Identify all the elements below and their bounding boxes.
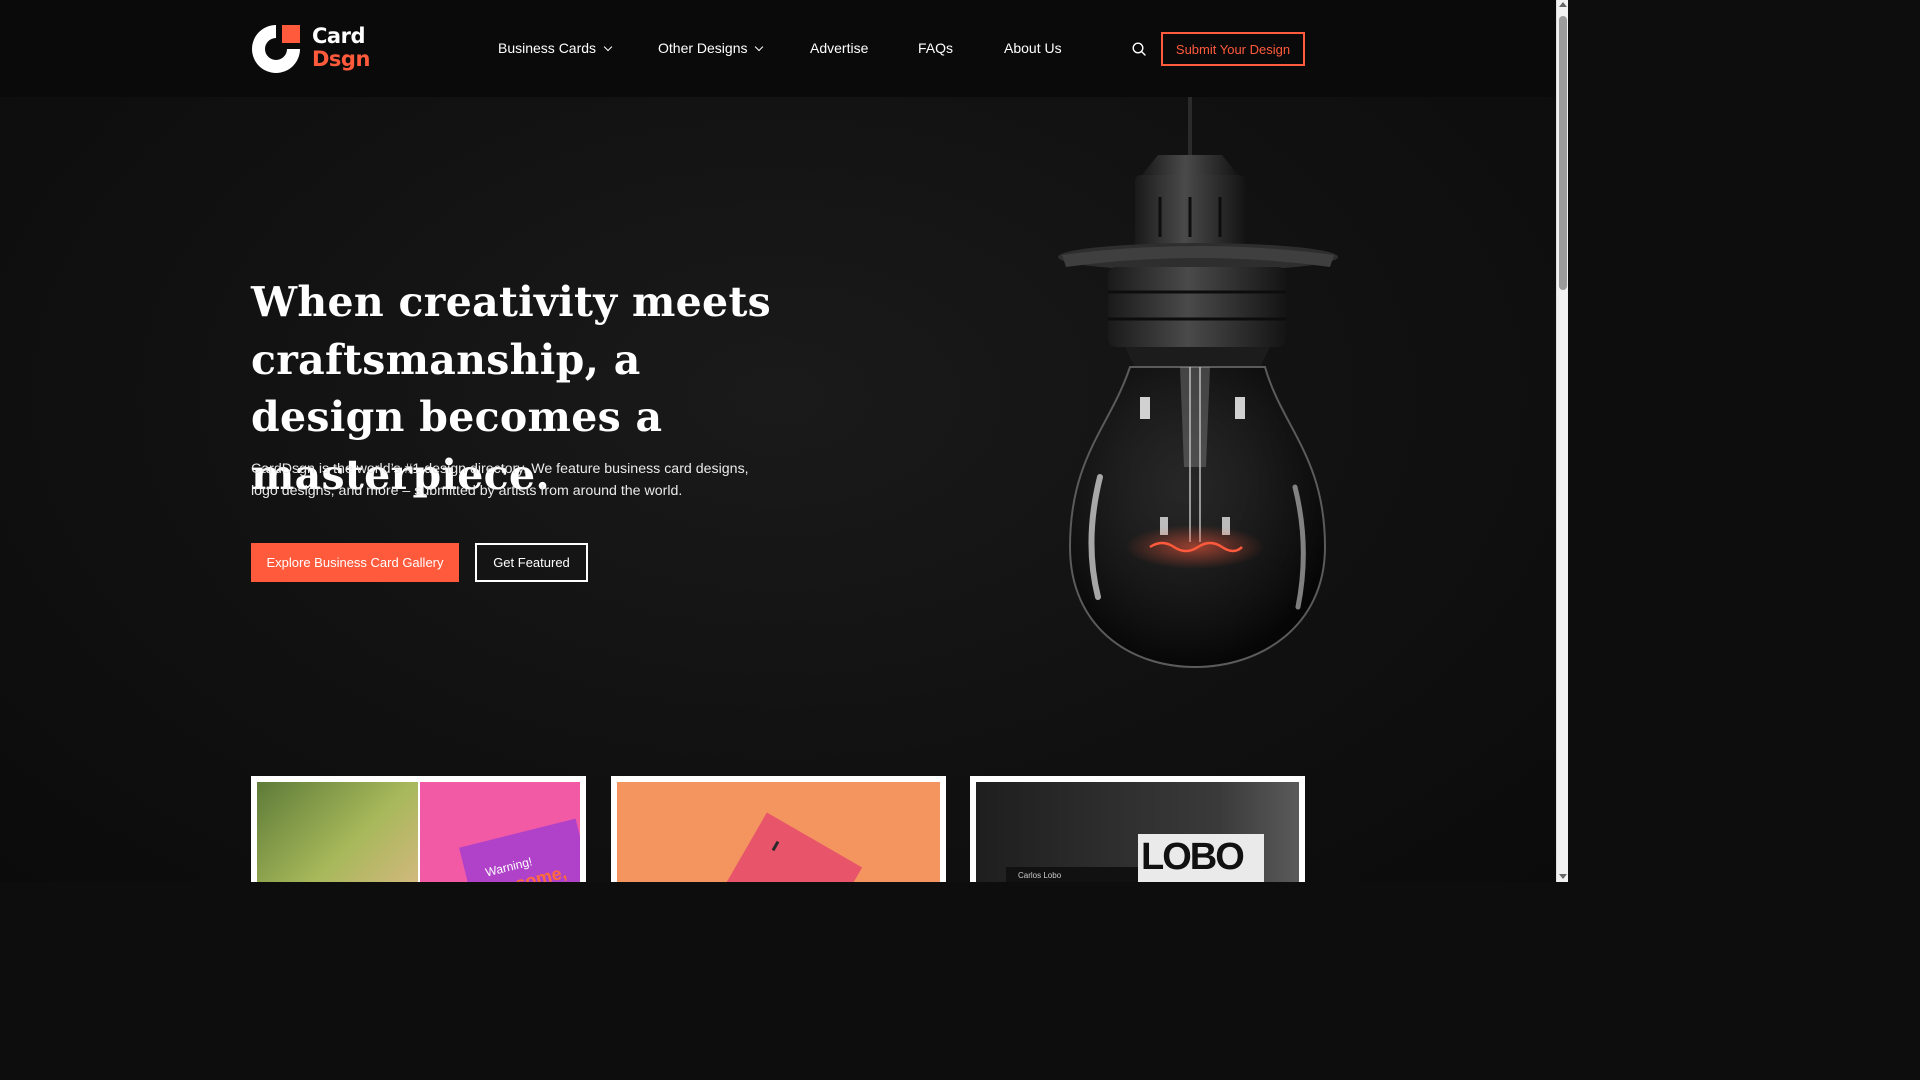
nav-label: About Us	[1004, 40, 1062, 56]
featured-card[interactable]: Warning! some,	[251, 776, 586, 882]
light-bulb-image	[1058, 97, 1338, 669]
scroll-up-icon[interactable]	[1559, 2, 1567, 7]
explore-gallery-button[interactable]: Explore Business Card Gallery	[251, 543, 459, 582]
card-image	[617, 782, 940, 882]
card-image: Carlos Lobo LOBO	[976, 782, 1299, 882]
submit-design-button[interactable]: Submit Your Design	[1161, 32, 1305, 66]
scrollbar-thumb[interactable]	[1559, 16, 1567, 290]
nav-label: Other Designs	[658, 40, 748, 56]
get-featured-button[interactable]: Get Featured	[475, 543, 588, 582]
nav-label: FAQs	[918, 40, 954, 56]
hero-description: CardDsgn is the world’s #1 design direct…	[251, 461, 749, 499]
card-text: Carlos Lobo	[1018, 871, 1062, 880]
nav-business-cards[interactable]: Business Cards	[498, 40, 613, 56]
card-image: Warning! some,	[257, 782, 580, 882]
card-text: LOBO	[1141, 836, 1245, 878]
logo-mark-icon	[252, 25, 300, 73]
logo-line-2: Dsgn	[312, 47, 370, 71]
site-logo[interactable]: Card Dsgn	[251, 24, 370, 74]
scroll-down-icon[interactable]	[1559, 874, 1567, 879]
nav-label: Business Cards	[498, 40, 597, 56]
logo-wordmark: Card Dsgn	[312, 25, 370, 71]
logo-line-1: Card	[312, 24, 365, 48]
nav-advertise[interactable]: Advertise	[810, 40, 868, 56]
nav-other-designs[interactable]: Other Designs	[658, 40, 764, 56]
search-icon[interactable]	[1132, 42, 1146, 56]
featured-card[interactable]: Carlos Lobo LOBO	[970, 776, 1305, 882]
site-header: Card Dsgn Business Cards Other Designs A…	[0, 0, 1556, 97]
nav-label: Advertise	[810, 40, 869, 56]
nav-about-us[interactable]: About Us	[1004, 40, 1062, 56]
featured-card[interactable]	[611, 776, 946, 882]
vertical-scrollbar[interactable]	[1556, 0, 1568, 882]
page: Card Dsgn Business Cards Other Designs A…	[0, 0, 1556, 882]
chevron-down-icon	[755, 42, 764, 52]
chevron-down-icon	[603, 42, 613, 52]
nav-faqs[interactable]: FAQs	[918, 40, 953, 56]
